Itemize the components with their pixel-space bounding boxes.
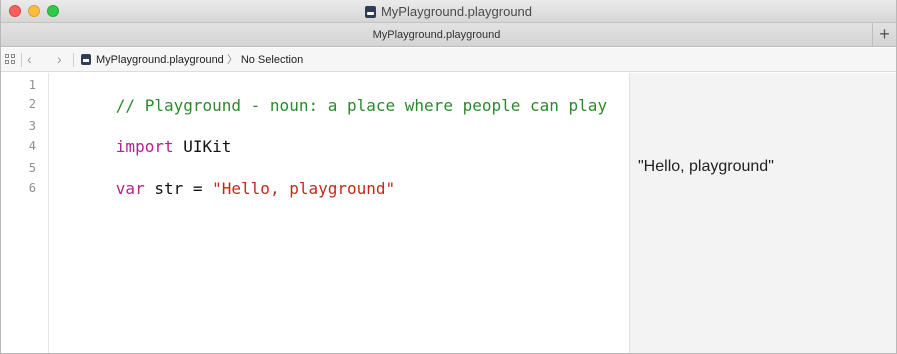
source-editor[interactable]: 1 2 3 4 5 6 // Playground - noun: a plac… (1, 73, 629, 353)
code-identifier: UIKit (173, 137, 232, 156)
line-number: 2 (28, 97, 36, 111)
playground-window: MyPlayground.playground MyPlayground.pla… (0, 0, 897, 354)
chevron-right-icon: 〉 (226, 54, 238, 66)
code-string-literal: "Hello, playground" (212, 179, 396, 198)
back-arrow-icon[interactable]: ‹ (27, 51, 32, 67)
code-identifier: str = (144, 179, 213, 198)
tab-bar: MyPlayground.playground + (1, 23, 896, 47)
line-number-gutter: 1 2 3 4 5 6 (1, 73, 49, 353)
playground-file-icon (81, 54, 91, 65)
tab-myplayground[interactable]: MyPlayground.playground (1, 23, 872, 47)
line-number: 1 (28, 78, 36, 92)
breadcrumb-file[interactable]: MyPlayground.playground (96, 54, 224, 66)
window-title-text: MyPlayground.playground (380, 4, 533, 19)
line-number: 6 (28, 181, 36, 195)
code-line-5[interactable]: var str = "Hello, playground" (58, 159, 395, 219)
line-number: 3 (28, 119, 36, 133)
forward-arrow-icon[interactable]: › (57, 51, 62, 67)
line-number: 5 (28, 161, 36, 175)
window-title: MyPlayground.playground (1, 4, 896, 19)
results-sidebar: "Hello, playground" (629, 73, 896, 353)
code-comment: // Playground - noun: a place where peop… (115, 96, 608, 115)
add-tab-button[interactable]: + (872, 23, 896, 47)
breadcrumb-selection[interactable]: No Selection (241, 54, 303, 66)
code-keyword: var (115, 179, 145, 198)
code-keyword: import (115, 137, 174, 156)
title-bar: MyPlayground.playground (1, 0, 896, 23)
line-number: 4 (28, 139, 36, 153)
breadcrumb: MyPlayground.playground 〉 No Selection (81, 53, 303, 67)
related-items-grid-icon[interactable] (5, 54, 16, 65)
jump-bar: ‹ › MyPlayground.playground 〉 No Selection (1, 48, 896, 72)
playground-file-icon (364, 6, 376, 18)
result-value-line-5[interactable]: "Hello, playground" (638, 158, 774, 176)
jumpbar-divider (21, 53, 22, 67)
jumpbar-divider (73, 53, 74, 67)
